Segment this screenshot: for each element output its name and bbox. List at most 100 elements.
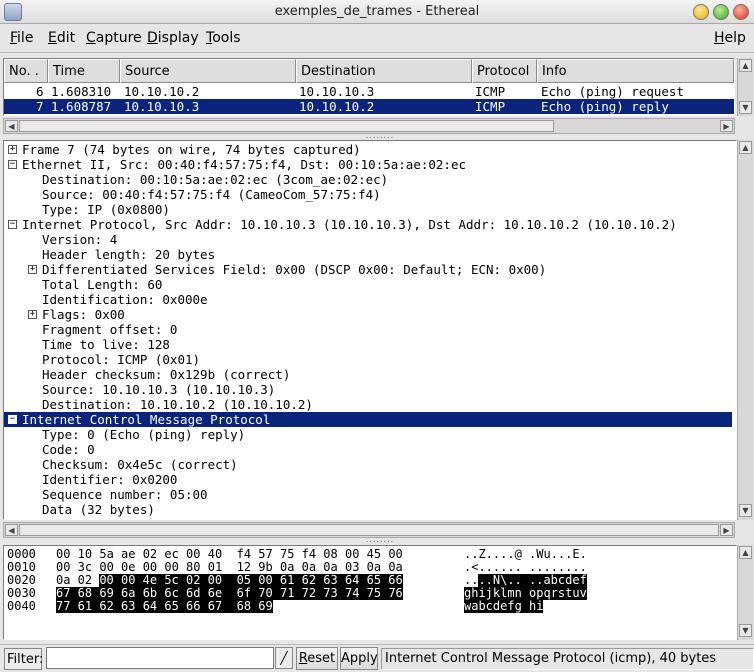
tree-item[interactable]: Fragment offset: 0 — [4, 322, 732, 337]
tree-item-selected[interactable]: − Internet Control Message Protocol — [4, 412, 732, 427]
packet-time: 1.608310 — [51, 84, 112, 99]
packet-list-vscrollbar[interactable]: ▲ ▼ — [737, 58, 753, 116]
packet-no: 7 — [36, 99, 44, 114]
scroll-right-arrow-icon[interactable]: ▶ — [720, 120, 733, 132]
packet-protocol: ICMP — [475, 99, 506, 114]
tree-item-label: Checksum: 0x4e5c (correct) — [42, 457, 238, 472]
tree-item-label: Differentiated Services Field: 0x00 (DSC… — [42, 262, 547, 277]
tree-item-label: Code: 0 — [42, 442, 95, 457]
scroll-left-arrow-icon[interactable]: ◀ — [5, 524, 18, 536]
tree-item-label: Total Length: 60 — [42, 277, 163, 292]
status-bar: Filter: ╱ Reset Apply Internet Control M… — [0, 644, 754, 672]
tree-item-label: Protocol: ICMP (0x01) — [42, 352, 201, 367]
tree-item-label: Header length: 20 bytes — [42, 247, 216, 262]
pane-splitter-grip[interactable]: ........ — [350, 536, 410, 545]
hex-dump-pane[interactable]: 0000 00 10 5a ae 02 ec 00 40 f4 57 75 f4 … — [3, 545, 737, 640]
tree-item-label: Header checksum: 0x129b (correct) — [42, 367, 291, 382]
tree-item-label: Internet Control Message Protocol — [22, 412, 271, 427]
scroll-up-arrow-icon[interactable]: ▲ — [739, 141, 752, 154]
scroll-left-arrow-icon[interactable]: ◀ — [5, 120, 18, 132]
tree-item-label: Time to live: 128 — [42, 337, 170, 352]
column-header-source[interactable]: Source — [120, 59, 296, 83]
tree-item[interactable]: Code: 0 — [4, 442, 732, 457]
column-header-no[interactable]: No. . — [4, 59, 48, 83]
tree-vscrollbar[interactable]: ▲ ▼ — [737, 140, 753, 520]
tree-item[interactable]: Protocol: ICMP (0x01) — [4, 352, 732, 367]
tree-item[interactable]: Type: 0 (Echo (ping) reply) — [4, 427, 732, 442]
packet-details-tree[interactable]: + Frame 7 (74 bytes on wire, 74 bytes cap… — [3, 140, 737, 520]
tree-item[interactable]: Type: IP (0x0800) — [4, 202, 732, 217]
tree-item[interactable]: + Differentiated Services Field: 0x00 (DS… — [4, 262, 732, 277]
tree-item[interactable]: + Flags: 0x00 — [4, 307, 732, 322]
filter-input[interactable] — [46, 647, 274, 669]
packet-destination: 10.10.10.2 — [299, 99, 375, 114]
tree-item-label: Identifier: 0x0200 — [42, 472, 178, 487]
expand-icon[interactable]: + — [8, 145, 17, 154]
window-title: exemples_de_trames - Ethereal — [274, 4, 480, 19]
column-header-protocol[interactable]: Protocol — [472, 59, 537, 83]
tree-item[interactable]: Source: 00:40:f4:57:75:f4 (CameoCom_57:7… — [4, 187, 732, 202]
maximize-button[interactable] — [713, 4, 729, 20]
close-button[interactable] — [733, 4, 749, 20]
tree-item[interactable]: Checksum: 0x4e5c (correct) — [4, 457, 732, 472]
tree-item[interactable]: − Internet Protocol, Src Addr: 10.10.10.3… — [4, 217, 732, 232]
packet-info: Echo (ping) reply — [541, 99, 669, 114]
menu-edit[interactable]: Edit — [48, 30, 75, 46]
tree-item[interactable]: Destination: 00:10:5a:ae:02:ec (3com_ae:… — [4, 172, 732, 187]
tree-item[interactable]: Time to live: 128 — [4, 337, 732, 352]
hex-vscrollbar[interactable]: ▲ ▼ — [737, 545, 753, 640]
title-bar: exemples_de_trames - Ethereal — [0, 0, 754, 24]
scroll-down-arrow-icon[interactable]: ▼ — [739, 101, 752, 114]
tree-item[interactable]: Source: 10.10.10.3 (10.10.10.3) — [4, 382, 732, 397]
expand-icon[interactable]: + — [28, 310, 37, 319]
packet-info: Echo (ping) request — [541, 84, 684, 99]
tree-item-label: Fragment offset: 0 — [42, 322, 178, 337]
packet-list[interactable]: No. . Time Source Destination Protocol I… — [3, 58, 735, 116]
scroll-thumb[interactable] — [19, 120, 554, 132]
tree-item[interactable]: Header checksum: 0x129b (correct) — [4, 367, 732, 382]
packet-source: 10.10.10.2 — [124, 84, 200, 99]
minimize-button[interactable] — [693, 4, 709, 20]
packet-row[interactable]: 6 1.608310 10.10.10.2 10.10.10.3 ICMP Ec… — [4, 84, 734, 99]
reset-button[interactable]: Reset — [296, 647, 338, 670]
tree-item-label: Type: IP (0x0800) — [42, 202, 170, 217]
apply-button[interactable]: Apply — [340, 647, 378, 670]
tree-item-label: Flags: 0x00 — [42, 307, 125, 322]
packet-row-selected[interactable]: 7 1.608787 10.10.10.3 10.10.10.2 ICMP Ec… — [4, 99, 734, 114]
tree-item-label: Sequence number: 05:00 — [42, 487, 208, 502]
tree-item[interactable]: Identifier: 0x0200 — [4, 472, 732, 487]
tree-item[interactable]: Data (32 bytes) — [4, 502, 732, 517]
expand-icon[interactable]: + — [28, 265, 37, 274]
column-header-destination[interactable]: Destination — [296, 59, 472, 83]
column-header-info[interactable]: Info — [537, 59, 734, 83]
collapse-icon[interactable]: − — [8, 160, 17, 169]
status-message: Internet Control Message Protocol (icmp)… — [381, 648, 754, 670]
collapse-icon[interactable]: − — [8, 415, 17, 424]
tree-item-label: Type: 0 (Echo (ping) reply) — [42, 427, 246, 442]
tree-item[interactable]: Header length: 20 bytes — [4, 247, 732, 262]
tree-item[interactable]: Total Length: 60 — [4, 277, 732, 292]
scroll-down-arrow-icon[interactable]: ▼ — [739, 624, 752, 637]
collapse-icon[interactable]: − — [8, 220, 17, 229]
packet-source: 10.10.10.3 — [124, 99, 200, 114]
menu-file[interactable]: File — [10, 30, 33, 46]
scroll-up-arrow-icon[interactable]: ▲ — [739, 59, 752, 72]
tree-item[interactable]: Destination: 10.10.10.2 (10.10.10.2) — [4, 397, 732, 412]
column-header-time[interactable]: Time — [48, 59, 120, 83]
scroll-down-arrow-icon[interactable]: ▼ — [739, 504, 752, 517]
menu-capture[interactable]: Capture — [86, 30, 142, 46]
menu-help[interactable]: Help — [714, 30, 746, 46]
tree-item-label: Destination: 00:10:5a:ae:02:ec (3com_ae:… — [42, 172, 389, 187]
menu-display[interactable]: Display — [147, 30, 199, 46]
tree-item[interactable]: + Frame 7 (74 bytes on wire, 74 bytes cap… — [4, 142, 732, 157]
menu-tools[interactable]: Tools — [206, 30, 241, 46]
filter-label[interactable]: Filter: — [4, 648, 43, 670]
tree-item[interactable]: Sequence number: 05:00 — [4, 487, 732, 502]
tree-item[interactable]: − Ethernet II, Src: 00:40:f4:57:75:f4, Ds… — [4, 157, 732, 172]
packet-time: 1.608787 — [51, 99, 112, 114]
tree-item[interactable]: Identification: 0x000e — [4, 292, 732, 307]
scroll-right-arrow-icon[interactable]: ▶ — [720, 524, 733, 536]
scroll-up-arrow-icon[interactable]: ▲ — [739, 546, 752, 559]
tree-item[interactable]: Version: 4 — [4, 232, 732, 247]
filter-dropdown-icon[interactable]: ╱ — [275, 647, 293, 669]
